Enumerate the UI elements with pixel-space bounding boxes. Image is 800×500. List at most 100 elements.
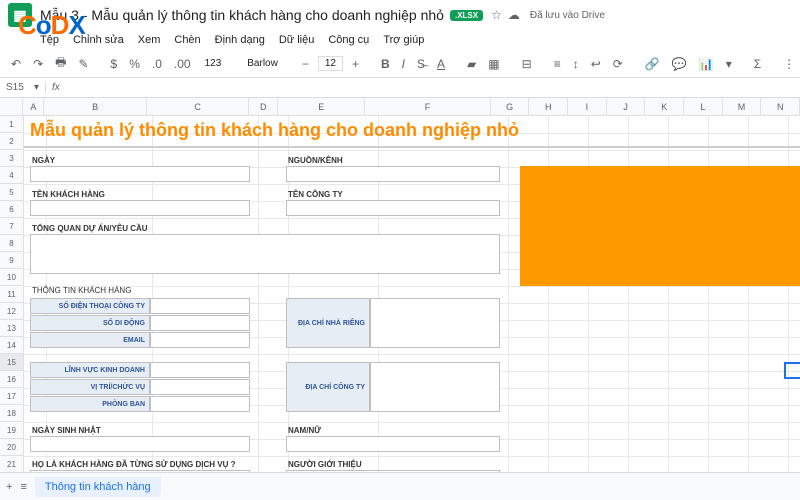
strike-icon[interactable]: S̶ <box>414 55 428 73</box>
link-icon[interactable]: 🔗 <box>642 55 663 73</box>
halign-icon[interactable]: ≡ <box>551 55 564 73</box>
selected-cell[interactable] <box>784 362 800 379</box>
fill-color-icon[interactable]: ▰ <box>464 55 479 73</box>
menu-view[interactable]: Xem <box>138 34 161 46</box>
input-nguon-kenh[interactable] <box>286 166 500 182</box>
input-email[interactable] <box>150 332 250 348</box>
col-head-L[interactable]: L <box>684 98 723 115</box>
input-linh-vuc[interactable] <box>150 362 250 378</box>
row-head-19[interactable]: 19 <box>0 422 23 439</box>
row-head-21[interactable]: 21 <box>0 456 23 473</box>
col-head-H[interactable]: H <box>529 98 568 115</box>
row-head-2[interactable]: 2 <box>0 133 23 150</box>
menu-data[interactable]: Dữ liệu <box>279 34 315 46</box>
currency-icon[interactable]: $ <box>108 55 121 73</box>
font-select[interactable]: Barlow <box>242 56 283 71</box>
sheet-area[interactable]: Mẫu quản lý thông tin khách hàng cho doa… <box>24 116 800 490</box>
row-head-1[interactable]: 1 <box>0 116 23 133</box>
italic-icon[interactable]: I <box>399 55 408 73</box>
col-head-G[interactable]: G <box>491 98 530 115</box>
input-dia-chi-nha[interactable] <box>370 298 500 348</box>
input-tong-quan[interactable] <box>30 234 500 274</box>
functions-icon[interactable]: Σ <box>751 55 764 73</box>
decimal-inc-icon[interactable]: .00 <box>171 55 194 73</box>
col-head-D[interactable]: D <box>249 98 278 115</box>
row-head-12[interactable]: 12 <box>0 303 23 320</box>
fontsize-inc-icon[interactable]: + <box>349 55 362 73</box>
row-head-9[interactable]: 9 <box>0 252 23 269</box>
input-phong-ban[interactable] <box>150 396 250 412</box>
zoom-select[interactable]: 123 <box>200 56 227 71</box>
col-head-I[interactable]: I <box>568 98 607 115</box>
add-sheet-icon[interactable]: + <box>6 481 12 493</box>
input-ten-cty[interactable] <box>286 200 500 216</box>
row-head-10[interactable]: 10 <box>0 269 23 286</box>
chart-icon[interactable]: 📊 <box>696 55 717 73</box>
toolbar: ↶ ↷ 🖶 ✎ $ % .0 .00 123 Barlow − 12 + B I… <box>0 50 800 78</box>
sheet-tab-active[interactable]: Thông tin khách hàng <box>35 477 161 497</box>
row-head-4[interactable]: 4 <box>0 167 23 184</box>
input-vi-tri[interactable] <box>150 379 250 395</box>
bold-icon[interactable]: B <box>378 55 393 73</box>
row-head-17[interactable]: 17 <box>0 388 23 405</box>
text-color-icon[interactable]: A <box>434 55 448 73</box>
cloud-icon[interactable]: ☁ <box>508 8 520 22</box>
row-head-20[interactable]: 20 <box>0 439 23 456</box>
col-head-A[interactable]: A <box>23 98 44 115</box>
name-box[interactable]: S15▾ <box>0 82 46 93</box>
row-head-7[interactable]: 7 <box>0 218 23 235</box>
col-head-E[interactable]: E <box>278 98 365 115</box>
row-head-8[interactable]: 8 <box>0 235 23 252</box>
redo-icon[interactable]: ↷ <box>30 55 46 73</box>
fontsize-input[interactable]: 12 <box>318 56 343 71</box>
decimal-dec-icon[interactable]: .0 <box>149 55 165 73</box>
row-head-5[interactable]: 5 <box>0 184 23 201</box>
filter-icon[interactable]: ▾ <box>723 55 735 73</box>
row-head-16[interactable]: 16 <box>0 371 23 388</box>
input-ten-kh[interactable] <box>30 200 250 216</box>
input-dia-chi-cty[interactable] <box>370 362 500 412</box>
row-head-14[interactable]: 14 <box>0 337 23 354</box>
row-head-11[interactable]: 11 <box>0 286 23 303</box>
col-head-B[interactable]: B <box>44 98 146 115</box>
print-icon[interactable]: 🖶 <box>52 51 69 76</box>
label-ho-la-kh: HỌ LÀ KHÁCH HÀNG ĐÃ TỪNG SỬ DỤNG DỊCH VỤ… <box>32 460 236 469</box>
label-vi-tri: VỊ TRÍ/CHỨC VỤ <box>30 379 150 395</box>
row-head-13[interactable]: 13 <box>0 320 23 337</box>
col-head-J[interactable]: J <box>607 98 646 115</box>
col-head-K[interactable]: K <box>645 98 684 115</box>
menu-insert[interactable]: Chèn <box>174 34 200 46</box>
document-title[interactable]: Mẫu 3 - Mẫu quản lý thông tin khách hàng… <box>40 7 444 23</box>
col-head-N[interactable]: N <box>761 98 800 115</box>
col-head-F[interactable]: F <box>365 98 491 115</box>
paint-format-icon[interactable]: ✎ <box>75 55 91 73</box>
row-head-6[interactable]: 6 <box>0 201 23 218</box>
percent-icon[interactable]: % <box>126 55 143 73</box>
row-head-18[interactable]: 18 <box>0 405 23 422</box>
undo-icon[interactable]: ↶ <box>8 55 24 73</box>
menu-help[interactable]: Trợ giúp <box>383 34 424 46</box>
input-nam-nu[interactable] <box>286 436 500 452</box>
borders-icon[interactable]: ▦ <box>485 55 502 73</box>
all-sheets-icon[interactable]: ≡ <box>20 481 26 493</box>
merge-icon[interactable]: ⊟ <box>519 55 535 73</box>
menu-format[interactable]: Định dạng <box>215 34 265 46</box>
star-icon[interactable]: ☆ <box>491 8 502 22</box>
fontsize-dec-icon[interactable]: − <box>299 55 312 73</box>
input-so-di-dong[interactable] <box>150 315 250 331</box>
menu-tools[interactable]: Công cụ <box>328 34 369 46</box>
more-icon[interactable]: ⋮ <box>780 55 798 73</box>
row-head-3[interactable]: 3 <box>0 150 23 167</box>
rotate-icon[interactable]: ⟳ <box>610 55 626 73</box>
input-ngay-sinh[interactable] <box>30 436 250 452</box>
comment-icon[interactable]: 💬 <box>669 55 690 73</box>
input-so-dt-cty[interactable] <box>150 298 250 314</box>
label-ten-cty: TÊN CÔNG TY <box>288 190 343 199</box>
valign-icon[interactable]: ↕ <box>570 55 582 73</box>
col-head-C[interactable]: C <box>147 98 249 115</box>
wrap-icon[interactable]: ↩ <box>588 55 604 73</box>
col-head-M[interactable]: M <box>723 98 762 115</box>
row-head-15[interactable]: 15 <box>0 354 23 371</box>
label-email: EMAIL <box>30 332 150 348</box>
input-ngay[interactable] <box>30 166 250 182</box>
